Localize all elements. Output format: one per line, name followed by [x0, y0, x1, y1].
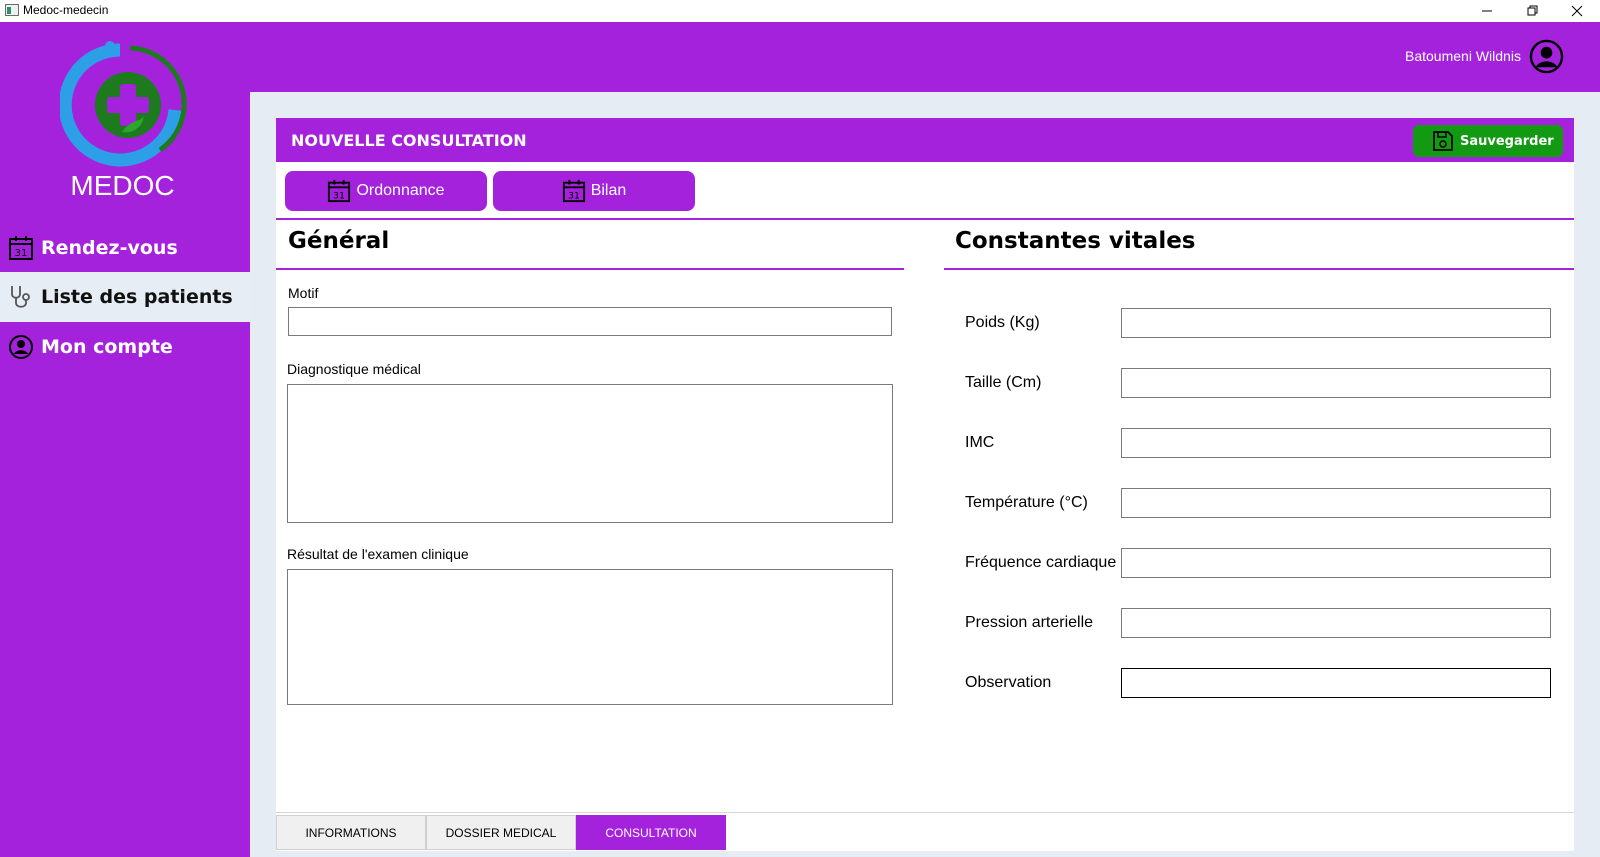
- diagnostic-textarea[interactable]: [287, 384, 893, 523]
- observation-input[interactable]: [1121, 668, 1551, 698]
- sidebar-item-rendez-vous[interactable]: 31 Rendez-vous: [0, 223, 250, 273]
- general-section-title: Général: [288, 228, 390, 254]
- save-button-label: Sauvegarder: [1460, 133, 1554, 149]
- pression-arterielle-label: Pression arterielle: [965, 614, 1094, 631]
- ordonnance-button-label: Ordonnance: [356, 182, 445, 199]
- bilan-button[interactable]: 31 Bilan: [493, 171, 695, 211]
- ordonnance-button[interactable]: 31 Ordonnance: [285, 171, 487, 211]
- taille-input[interactable]: [1121, 368, 1551, 398]
- calendar-icon: 31: [328, 179, 351, 203]
- temperature-input[interactable]: [1121, 488, 1551, 518]
- sidebar-item-label: Liste des patients: [41, 286, 233, 308]
- restore-icon: [1527, 5, 1538, 16]
- examen-clinique-textarea[interactable]: [287, 569, 893, 705]
- app-icon: [5, 4, 19, 16]
- calendar-icon: 31: [562, 179, 585, 203]
- brand-name: MEDOC: [70, 170, 175, 201]
- pression-arterielle-input[interactable]: [1121, 608, 1551, 638]
- consultation-panel: NOUVELLE CONSULTATION Sauvegarder 31 Ord…: [276, 118, 1574, 851]
- imc-input[interactable]: [1121, 428, 1551, 458]
- tab-informations[interactable]: INFORMATIONS: [276, 815, 426, 850]
- user-avatar-icon[interactable]: [1529, 39, 1564, 74]
- tab-consultation[interactable]: CONSULTATION: [576, 815, 726, 850]
- divider: [276, 218, 1574, 220]
- examen-clinique-label: Résultat de l'examen clinique: [287, 546, 469, 562]
- imc-label: IMC: [965, 434, 995, 451]
- bilan-button-label: Bilan: [590, 182, 627, 199]
- window-title: Medoc-medecin: [23, 3, 109, 17]
- close-button[interactable]: [1554, 0, 1600, 22]
- panel-header: NOUVELLE CONSULTATION Sauvegarder: [276, 118, 1574, 162]
- stethoscope-icon: [11, 286, 30, 308]
- vitals-section-divider: [944, 268, 1574, 270]
- close-icon: [1571, 5, 1583, 17]
- frequence-cardiaque-label: Fréquence cardiaque: [965, 554, 1117, 571]
- sidebar-item-label: Mon compte: [41, 336, 173, 358]
- svg-text:31: 31: [568, 190, 580, 201]
- motif-label: Motif: [288, 285, 319, 301]
- window-titlebar: Medoc-medecin: [0, 0, 1600, 22]
- tab-dossier-medical[interactable]: DOSSIER MEDICAL: [426, 815, 576, 850]
- observation-label: Observation: [965, 674, 1052, 691]
- user-circle-icon: [9, 335, 33, 359]
- sidebar-item-mon-compte[interactable]: Mon compte: [0, 322, 250, 372]
- poids-label: Poids (Kg): [965, 314, 1040, 331]
- svg-text:31: 31: [15, 248, 28, 259]
- diagnostic-label: Diagnostique médical: [287, 361, 421, 377]
- medoc-logo: [60, 41, 187, 167]
- minimize-button[interactable]: [1464, 0, 1510, 22]
- svg-text:31: 31: [334, 190, 346, 201]
- save-button[interactable]: Sauvegarder: [1413, 125, 1563, 157]
- panel-title: NOUVELLE CONSULTATION: [291, 131, 527, 150]
- vitals-section-title: Constantes vitales: [955, 228, 1196, 254]
- username: Batoumeni Wildnis: [1405, 48, 1521, 64]
- sidebar-item-liste-des-patients[interactable]: Liste des patients: [0, 272, 250, 322]
- sidebar-item-label: Rendez-vous: [41, 237, 178, 259]
- taille-label: Taille (Cm): [965, 374, 1042, 391]
- general-section-divider: [276, 268, 904, 270]
- calendar-icon: 31: [9, 236, 33, 260]
- temperature-label: Température (°C): [965, 494, 1088, 511]
- bottom-tabs: INFORMATIONS DOSSIER MEDICAL CONSULTATIO…: [276, 812, 1574, 851]
- restore-button[interactable]: [1510, 0, 1556, 22]
- frequence-cardiaque-input[interactable]: [1121, 548, 1551, 578]
- motif-input[interactable]: [288, 307, 892, 336]
- minimize-icon: [1482, 10, 1492, 12]
- poids-input[interactable]: [1121, 308, 1551, 338]
- floppy-disk-icon: [1433, 131, 1453, 151]
